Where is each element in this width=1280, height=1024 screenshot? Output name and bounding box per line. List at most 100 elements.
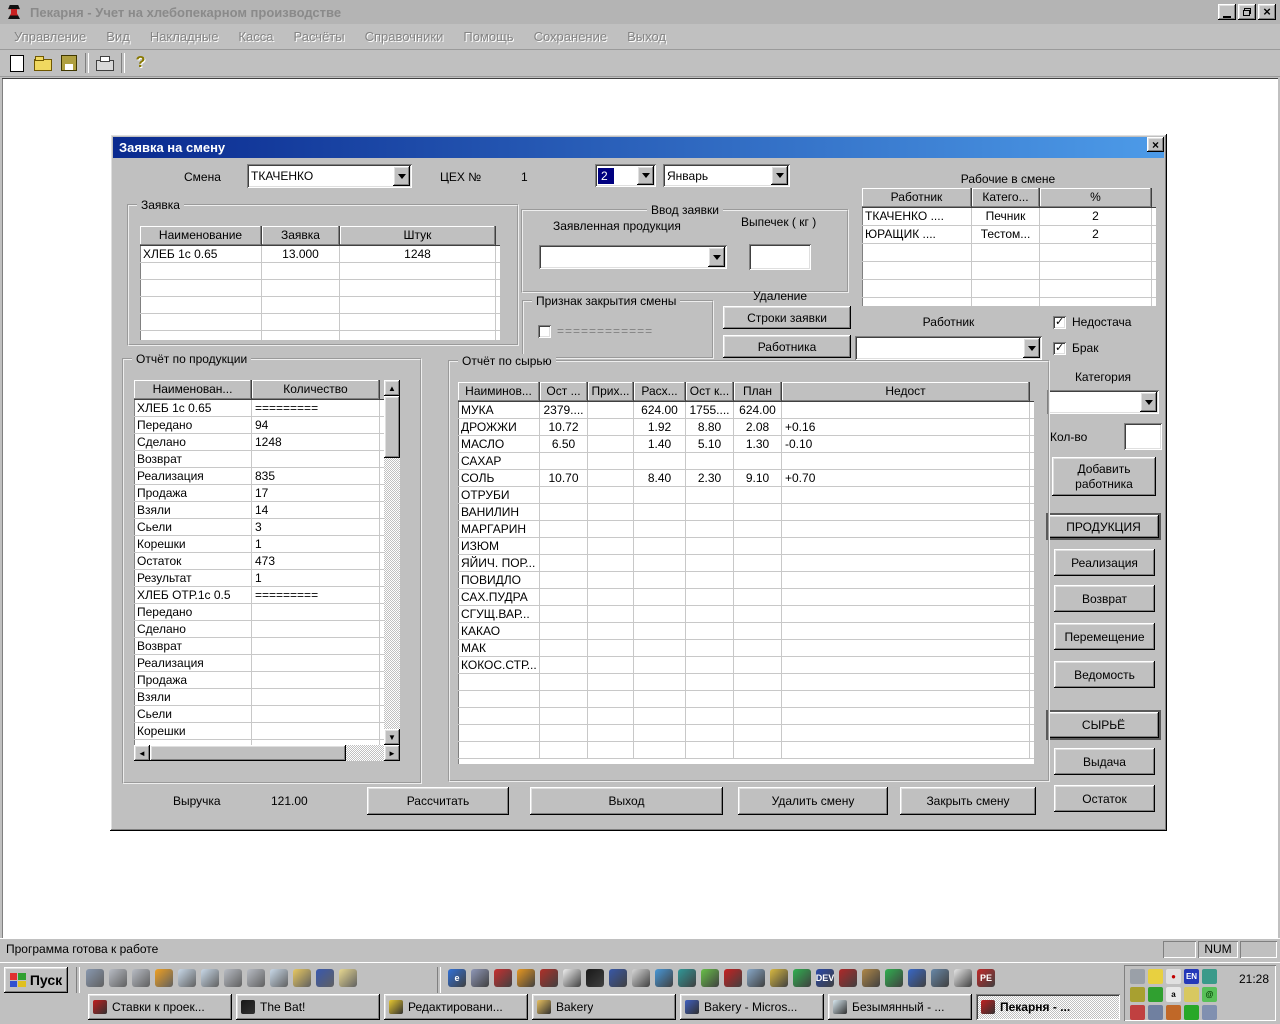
table-row[interactable] bbox=[140, 314, 500, 331]
horizontal-scroll-thumb[interactable] bbox=[150, 745, 346, 761]
table-row[interactable]: СОЛЬ10.708.402.309.10+0.70 bbox=[458, 470, 1034, 487]
mail-icon[interactable]: @ bbox=[1202, 987, 1217, 1002]
workers-table[interactable]: РаботникКатего...%ТКАЧЕНКО ....Печник2ЮР… bbox=[862, 188, 1156, 306]
close-button[interactable]: × bbox=[1258, 4, 1276, 20]
modem3-icon[interactable] bbox=[224, 969, 242, 987]
dropdown-arrow-icon[interactable] bbox=[637, 166, 654, 185]
shift-close-checkbox[interactable] bbox=[538, 325, 551, 338]
table-row[interactable]: МУКА2379....624.001755....624.00 bbox=[458, 402, 1034, 419]
baked-kg-input[interactable] bbox=[749, 244, 811, 270]
flash-icon[interactable] bbox=[724, 969, 742, 987]
table-row[interactable]: Продажа17 bbox=[134, 485, 384, 502]
raw-action-button-1[interactable]: Остаток bbox=[1054, 785, 1155, 812]
table-row[interactable]: ИЗЮМ bbox=[458, 538, 1034, 555]
minimize-button[interactable] bbox=[1218, 4, 1236, 20]
column-header[interactable]: % bbox=[1040, 188, 1152, 207]
taskbar-window-button-5[interactable]: Безымянный - ... bbox=[828, 994, 972, 1020]
language-indicator-icon[interactable]: EN bbox=[1184, 969, 1199, 984]
column-header[interactable]: Работник bbox=[862, 188, 972, 207]
green-check-icon[interactable] bbox=[793, 969, 811, 987]
table-row[interactable]: Передано94 bbox=[134, 417, 384, 434]
raw-action-button-0[interactable]: Выдача bbox=[1054, 748, 1155, 775]
column-header[interactable]: Наименование bbox=[140, 226, 262, 245]
column-header[interactable]: Ост ... bbox=[540, 382, 588, 401]
table-row[interactable]: МАСЛО6.501.405.101.30-0.10 bbox=[458, 436, 1034, 453]
table-row[interactable] bbox=[862, 298, 1156, 306]
nedostacha-checkbox[interactable] bbox=[1053, 316, 1066, 329]
column-header[interactable]: Ост к... bbox=[686, 382, 734, 401]
dialog-bottom-button-1[interactable]: Выход bbox=[530, 787, 723, 815]
note-icon[interactable] bbox=[701, 969, 719, 987]
start-button[interactable]: Пуск bbox=[4, 967, 68, 993]
dialog-close-button[interactable]: × bbox=[1147, 137, 1164, 152]
taskbar-window-button-0[interactable]: Ставки к проек... bbox=[88, 994, 232, 1020]
menu-item-6[interactable]: Помощь bbox=[453, 26, 523, 47]
column-header[interactable]: Наиминов... bbox=[458, 382, 540, 401]
lightning-icon[interactable] bbox=[1148, 969, 1163, 984]
dialog-bottom-button-2[interactable]: Удалить смену bbox=[738, 787, 888, 815]
table-row[interactable]: Корешки bbox=[134, 723, 384, 740]
table-row[interactable]: ДРОЖЖИ10.721.928.802.08+0.16 bbox=[458, 419, 1034, 436]
table-row[interactable]: Реализация835 bbox=[134, 468, 384, 485]
table-row[interactable]: ХЛЕБ 1с 0.65========= bbox=[134, 400, 384, 417]
taskbar-window-button-6[interactable]: Пекарня - ... bbox=[976, 994, 1120, 1020]
help-button[interactable]: ? bbox=[128, 52, 153, 75]
dropdown-arrow-icon[interactable] bbox=[771, 166, 788, 185]
red-badge-icon[interactable] bbox=[839, 969, 857, 987]
table-row[interactable]: Сделано bbox=[134, 621, 384, 638]
column-header[interactable]: Недост bbox=[782, 382, 1030, 401]
table-row[interactable] bbox=[458, 742, 1034, 759]
table-row[interactable]: МАРГАРИН bbox=[458, 521, 1034, 538]
dropdown-arrow-icon[interactable] bbox=[1023, 338, 1040, 358]
font-icon[interactable]: a bbox=[1166, 987, 1181, 1002]
raw-mode-button[interactable]: СЫРЬЁ bbox=[1046, 710, 1161, 740]
table-row[interactable]: ЯЙИЧ. ПОР... bbox=[458, 555, 1034, 572]
taskbar-window-button-2[interactable]: Редактировани... bbox=[384, 994, 528, 1020]
table-row[interactable]: ОТРУБИ bbox=[458, 487, 1034, 504]
phone-icon[interactable] bbox=[1130, 1005, 1145, 1020]
disc-icon[interactable] bbox=[632, 969, 650, 987]
amber-sphere-icon[interactable] bbox=[155, 969, 173, 987]
table-row[interactable]: Взяли bbox=[134, 689, 384, 706]
worker-combo[interactable] bbox=[855, 336, 1042, 360]
save-button[interactable] bbox=[56, 52, 81, 75]
table-row[interactable]: Возврат bbox=[134, 638, 384, 655]
java-cup-icon[interactable] bbox=[862, 969, 880, 987]
scanner-icon[interactable] bbox=[1148, 1005, 1163, 1020]
app-icon[interactable] bbox=[6, 4, 22, 20]
menu-item-7[interactable]: Сохранение bbox=[524, 26, 618, 47]
table-row[interactable]: САХ.ПУДРА bbox=[458, 589, 1034, 606]
table-row[interactable]: Передано bbox=[134, 604, 384, 621]
table-row[interactable] bbox=[140, 263, 500, 280]
column-header[interactable]: Катего... bbox=[972, 188, 1040, 207]
table-row[interactable]: ТКАЧЕНКО ....Печник2 bbox=[862, 208, 1156, 226]
gray-sphere-icon[interactable] bbox=[471, 969, 489, 987]
production-action-button-2[interactable]: Перемещение bbox=[1054, 623, 1155, 650]
dialog-bottom-button-3[interactable]: Закрыть смену bbox=[900, 787, 1036, 815]
taskbar-clock[interactable]: 21:28 bbox=[1239, 972, 1269, 986]
menu-item-4[interactable]: Расчёты bbox=[283, 26, 354, 47]
amber-ball-icon[interactable] bbox=[517, 969, 535, 987]
red-ring-icon[interactable] bbox=[494, 969, 512, 987]
table-row[interactable]: Результат1 bbox=[134, 570, 384, 587]
column-header[interactable]: Прих... bbox=[588, 382, 634, 401]
table-row[interactable] bbox=[140, 331, 500, 340]
table-row[interactable] bbox=[140, 280, 500, 297]
column-header[interactable]: Количество bbox=[252, 380, 380, 399]
table-row[interactable] bbox=[862, 262, 1156, 280]
tools-icon[interactable] bbox=[316, 969, 334, 987]
calculator-icon[interactable] bbox=[609, 969, 627, 987]
scroll-left-button[interactable]: ◄ bbox=[134, 745, 150, 761]
print-button[interactable] bbox=[92, 52, 117, 75]
clock-icon[interactable] bbox=[770, 969, 788, 987]
column-header[interactable]: План bbox=[734, 382, 782, 401]
table-row[interactable]: КОКОС.СТР... bbox=[458, 657, 1034, 674]
menu-item-5[interactable]: Справочники bbox=[355, 26, 454, 47]
book-icon[interactable] bbox=[678, 969, 696, 987]
table-row[interactable]: ПОВИДЛО bbox=[458, 572, 1034, 589]
column-header[interactable]: Штук bbox=[340, 226, 496, 245]
volume-icon[interactable] bbox=[1184, 987, 1199, 1002]
product-combo[interactable] bbox=[539, 245, 727, 269]
pe-floppy-icon[interactable]: PE bbox=[977, 969, 995, 987]
restore-button[interactable] bbox=[1238, 4, 1256, 20]
